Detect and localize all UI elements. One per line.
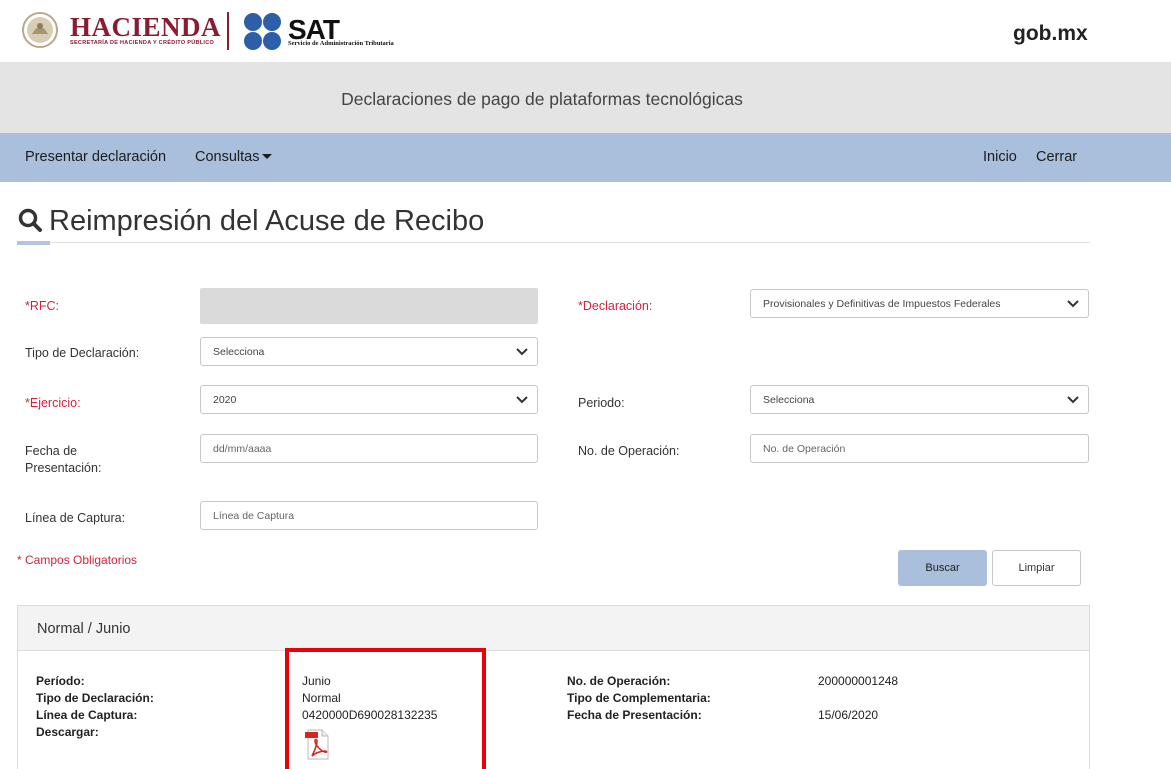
result-fecha-value: 15/06/2020 — [818, 708, 879, 722]
logo-divider — [227, 12, 229, 50]
page-title-text: Reimpresión del Acuse de Recibo — [49, 205, 485, 237]
declaracion-select[interactable]: Provisionales y Definitivas de Impuestos… — [750, 289, 1089, 318]
sat-logo-icon — [244, 13, 281, 50]
no-operacion-placeholder: No. de Operación — [763, 443, 846, 455]
ejercicio-select[interactable]: 2020 — [200, 385, 538, 414]
sat-subtitle: Servicio de Administración Tributaria — [288, 40, 394, 47]
result-panel-title: Normal / Junio — [37, 621, 131, 637]
mexican-coat-of-arms-icon — [22, 12, 58, 48]
tipo-declaracion-select[interactable]: Selecciona — [200, 337, 538, 366]
caret-down-icon — [262, 154, 273, 159]
chevron-down-icon — [516, 348, 528, 356]
top-header: HACIENDA SECRETARÍA DE HACIENDA Y CRÉDIT… — [0, 0, 1171, 62]
ejercicio-select-value: 2020 — [213, 394, 237, 406]
hacienda-title: HACIENDA — [70, 12, 222, 42]
nav-consultas-label: Consultas — [195, 149, 260, 165]
no-operacion-label: No. de Operación: — [578, 444, 680, 458]
nav-presentar-declaracion[interactable]: Presentar declaración — [25, 149, 166, 165]
main-nav: Presentar declaración Consultas Inicio C… — [0, 133, 1171, 182]
nav-inicio[interactable]: Inicio — [983, 149, 1017, 165]
tipo-declaracion-label: Tipo de Declaración: — [25, 346, 140, 360]
result-panel-header: Normal / Junio — [18, 606, 1089, 651]
rfc-label: *RFC: — [25, 299, 60, 313]
result-operacion-value: 200000001248 — [818, 674, 899, 688]
periodo-select[interactable]: Selecciona — [750, 385, 1089, 414]
chevron-down-icon — [1067, 300, 1079, 308]
page-title: Reimpresión del Acuse de Recibo — [17, 205, 484, 238]
result-tipo-label: Tipo de Declaración: — [36, 691, 154, 705]
result-periodo-label: Período: — [36, 674, 85, 688]
ejercicio-label: *Ejercicio: — [25, 396, 81, 410]
buscar-button[interactable]: Buscar — [898, 550, 987, 586]
limpiar-button[interactable]: Limpiar — [992, 550, 1081, 586]
result-operacion-label: No. de Operación: — [567, 674, 671, 688]
declaracion-label: *Declaración: — [578, 299, 653, 313]
result-complementaria-label: Tipo de Complementaria: — [567, 691, 711, 705]
linea-captura-input[interactable]: Línea de Captura — [200, 501, 538, 530]
result-descargar-label: Descargar: — [36, 725, 99, 739]
hacienda-subtitle: SECRETARÍA DE HACIENDA Y CRÉDITO PÚBLICO — [70, 40, 215, 46]
declaracion-select-value: Provisionales y Definitivas de Impuestos… — [763, 298, 1001, 310]
title-divider — [17, 242, 1090, 243]
highlight-box — [285, 648, 486, 769]
nav-consultas[interactable]: Consultas — [195, 149, 273, 165]
result-linea-label: Línea de Captura: — [36, 708, 138, 722]
fecha-label-line-2: Presentación: — [25, 461, 102, 475]
chevron-down-icon — [516, 396, 528, 404]
chevron-down-icon — [1067, 396, 1079, 404]
tipo-declaracion-select-value: Selecciona — [213, 346, 265, 358]
fecha-presentacion-label: Fecha de Presentación: — [25, 443, 101, 477]
nav-cerrar[interactable]: Cerrar — [1036, 149, 1077, 165]
fecha-placeholder: dd/mm/aaaa — [213, 443, 272, 455]
title-accent-bar — [17, 241, 50, 245]
app-title: Declaraciones de pago de plataformas tec… — [341, 89, 743, 109]
result-panel: Normal / Junio — [17, 605, 1090, 769]
required-fields-note: * Campos Obligatorios — [17, 553, 138, 567]
fecha-label-line-1: Fecha de — [25, 444, 78, 458]
no-operacion-input[interactable]: No. de Operación — [750, 434, 1089, 463]
result-fecha-label: Fecha de Presentación: — [567, 708, 702, 722]
periodo-select-value: Selecciona — [763, 394, 815, 406]
linea-captura-label: Línea de Captura: — [25, 511, 126, 525]
fecha-presentacion-input[interactable]: dd/mm/aaaa — [200, 434, 538, 463]
rfc-field-redacted[interactable] — [200, 288, 538, 324]
gob-mx-logo[interactable]: gob.mx — [1013, 22, 1088, 46]
linea-captura-placeholder: Línea de Captura — [213, 510, 295, 522]
periodo-label: Periodo: — [578, 396, 625, 410]
search-icon — [18, 208, 42, 232]
app-title-band: Declaraciones de pago de plataformas tec… — [0, 62, 1171, 133]
